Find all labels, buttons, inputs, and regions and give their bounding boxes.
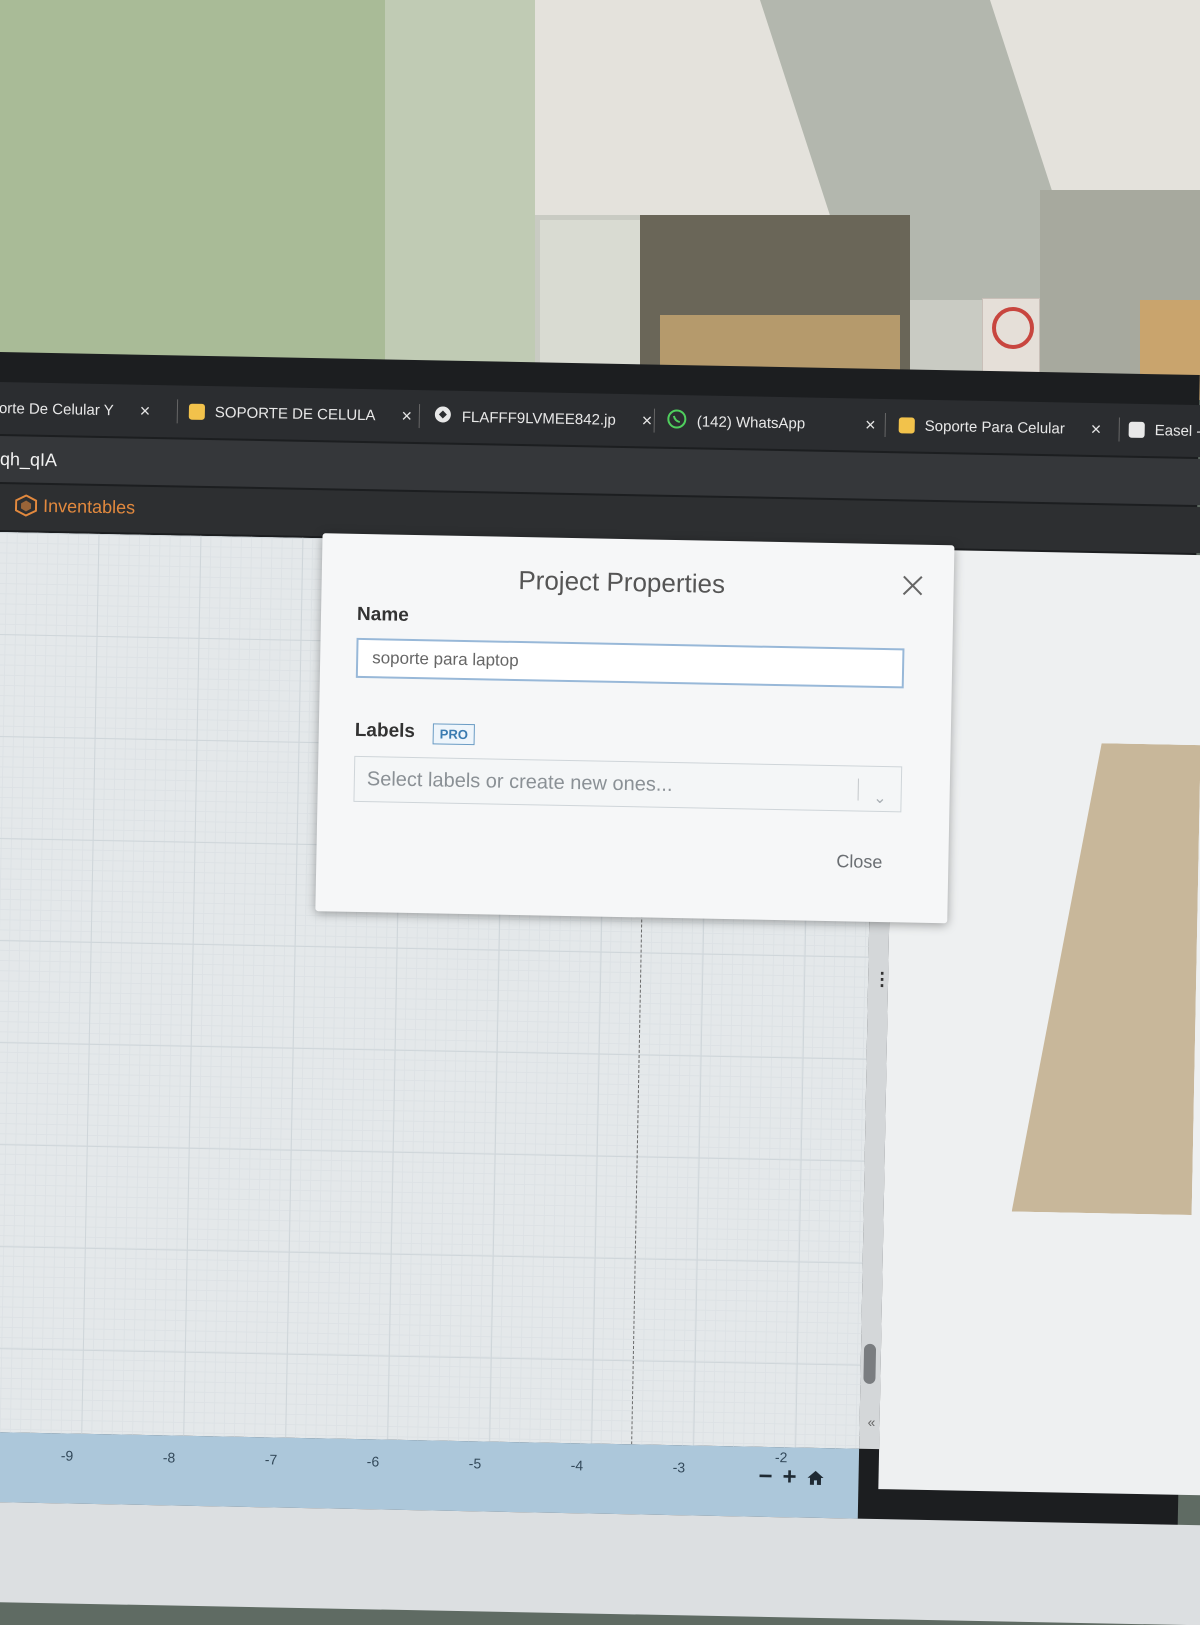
- scrollbar-thumb[interactable]: [863, 1343, 877, 1384]
- tab-divider: [418, 404, 421, 429]
- name-label: Name: [356, 603, 409, 626]
- page-icon: [1128, 421, 1145, 438]
- tab-label: orte De Celular Y: [0, 399, 114, 419]
- material-board-preview: [1012, 742, 1200, 1215]
- ruler-tick: -6: [366, 1453, 380, 1470]
- tab-label: FLAFFF9LVMEE842.jp: [461, 408, 616, 429]
- tab-divider: [884, 413, 886, 438]
- pillar: [385, 0, 535, 400]
- whatsapp-icon: [667, 409, 687, 433]
- origin-guide-line: [631, 904, 643, 1445]
- monitor-screen: orte De Celular Y × SOPORTE DE CELULA × …: [0, 352, 1200, 1625]
- browser-tab[interactable]: Easel -: [1128, 404, 1200, 457]
- prohibition-icon: [992, 307, 1034, 349]
- browser-tab[interactable]: SOPORTE DE CELULA ×: [188, 386, 412, 442]
- browser-tab[interactable]: Soporte Para Celular ×: [898, 399, 1102, 455]
- ruler-tick: -8: [162, 1449, 176, 1466]
- wall: [0, 0, 390, 400]
- tab-label: SOPORTE DE CELULA: [214, 403, 376, 424]
- labels-label: Labels: [354, 719, 416, 743]
- zoom-controls: − +: [758, 1463, 824, 1490]
- project-properties-dialog: Project Properties Name Labels PRO Selec…: [315, 533, 955, 924]
- browser-tab[interactable]: (142) WhatsApp ×: [666, 395, 876, 451]
- ruler-tick: -9: [60, 1447, 74, 1464]
- browser-tab[interactable]: FLAFFF9LVMEE842.jp ×: [433, 390, 652, 446]
- chevron-down-icon[interactable]: ⌄: [873, 777, 887, 821]
- ruler-tick: -7: [264, 1451, 278, 1468]
- tab-divider: [176, 399, 179, 424]
- easel-app-icon: [898, 417, 915, 434]
- pro-badge: PRO: [432, 723, 476, 746]
- project-name-input[interactable]: [355, 637, 905, 689]
- labels-placeholder: Select labels or create new ones...: [366, 768, 673, 796]
- tab-label: (142) WhatsApp: [696, 412, 806, 432]
- tab-label: Easel -: [1154, 421, 1200, 440]
- select-divider: [857, 778, 859, 801]
- close-button[interactable]: Close: [836, 851, 882, 873]
- home-icon[interactable]: [806, 1470, 824, 1486]
- close-icon[interactable]: ×: [139, 400, 150, 421]
- status-strip: [0, 1501, 1200, 1625]
- close-icon[interactable]: [899, 572, 925, 598]
- close-icon[interactable]: ×: [1091, 418, 1102, 439]
- room-background: [0, 0, 1200, 400]
- brand-logo[interactable]: Inventables: [14, 494, 136, 518]
- ruler-tick: -3: [672, 1459, 686, 1476]
- tab-label: Soporte Para Celular: [924, 417, 1065, 437]
- close-icon[interactable]: ×: [401, 405, 412, 426]
- globe-icon: [434, 405, 452, 427]
- close-icon[interactable]: ×: [642, 410, 653, 431]
- ruler-tick: -4: [570, 1457, 584, 1474]
- close-icon[interactable]: ×: [865, 414, 876, 435]
- zoom-in-button[interactable]: +: [782, 1463, 797, 1490]
- tab-divider: [1118, 417, 1120, 442]
- labels-select[interactable]: Select labels or create new ones... ⌄: [353, 755, 903, 813]
- brand-name: Inventables: [42, 495, 136, 518]
- zoom-out-button[interactable]: −: [758, 1463, 773, 1490]
- browser-tab[interactable]: orte De Celular Y ×: [0, 382, 151, 437]
- url-text: qh_qIA: [0, 449, 58, 471]
- easel-app-icon: [188, 403, 206, 420]
- dialog-title: Project Properties: [518, 564, 726, 599]
- inventables-logo-icon: [14, 494, 38, 517]
- collapse-panel-icon[interactable]: «: [867, 1414, 875, 1430]
- ruler-tick: -5: [468, 1455, 482, 1472]
- tab-divider: [653, 408, 656, 433]
